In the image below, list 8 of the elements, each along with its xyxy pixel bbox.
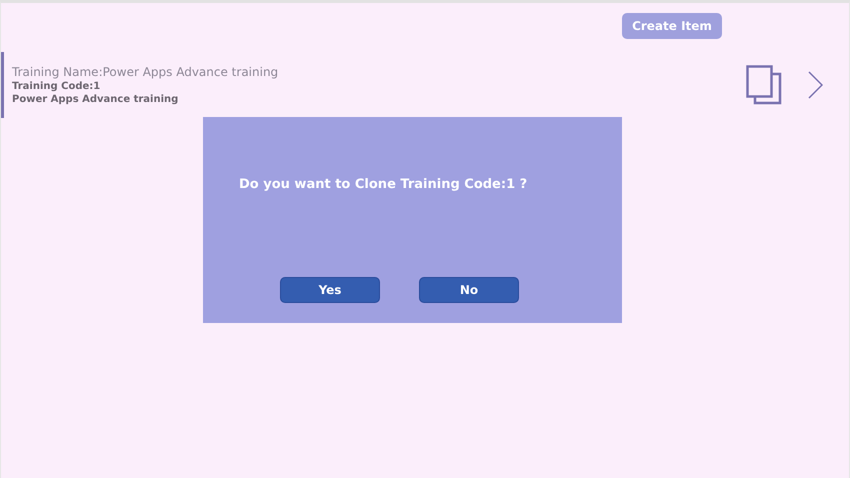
training-code: Training Code:1 [12, 81, 102, 92]
dialog-message: Do you want to Clone Training Code:1 ? [239, 177, 528, 192]
no-button[interactable]: No [419, 277, 519, 303]
training-subtitle: Power Apps Advance training [12, 94, 180, 105]
yes-button[interactable]: Yes [280, 277, 380, 303]
training-name: Training Name:Power Apps Advance training [12, 65, 280, 79]
chevron-right-icon[interactable] [808, 71, 823, 99]
copy-icon[interactable] [746, 65, 782, 105]
